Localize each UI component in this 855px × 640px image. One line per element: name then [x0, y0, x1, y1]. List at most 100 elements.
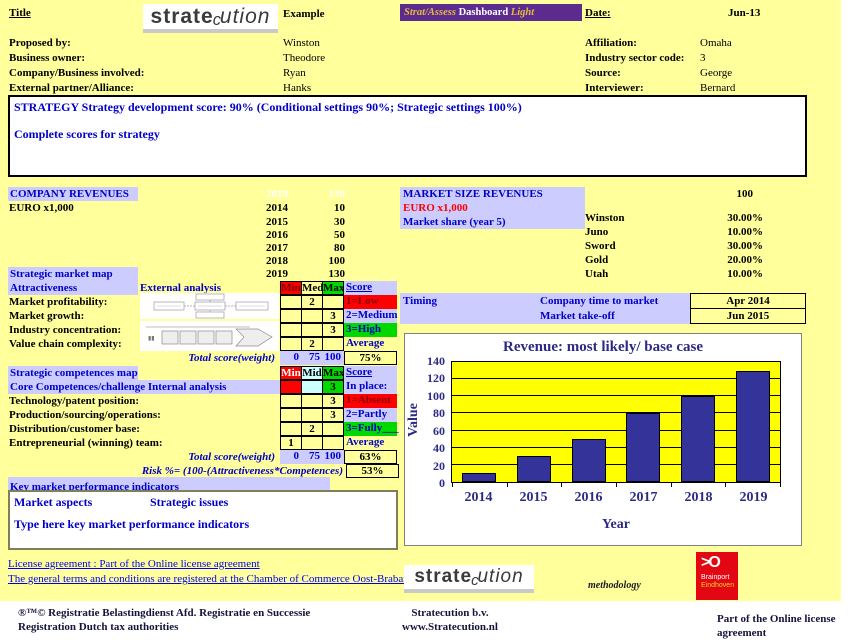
kpi-input-box[interactable]: Market aspects Strategic issues Type her… — [8, 490, 398, 550]
industry-concentration-max-cell[interactable]: 3 — [322, 323, 344, 337]
production-min-cell[interactable] — [280, 408, 302, 422]
market-growth-max-cell[interactable]: 3 — [322, 309, 344, 323]
strategy-instruction-line[interactable]: Complete scores for strategy — [10, 115, 805, 142]
revenue-value-2016[interactable]: 50 — [295, 228, 345, 242]
x-tick-label: 2016 — [575, 490, 603, 506]
share-pct-winston[interactable]: 30.00% — [695, 211, 763, 225]
revenue-year-2019[interactable]: 2019 — [252, 267, 288, 281]
gridline — [452, 395, 780, 396]
brainport-eindhoven-logo: >O Brainport Eindhoven — [696, 552, 738, 600]
revenue-year-2015[interactable]: 2015 — [252, 215, 288, 229]
field-value-source[interactable]: George — [700, 66, 732, 80]
field-value-interviewer[interactable]: Bernard — [700, 81, 735, 95]
core-min-cell — [280, 380, 302, 394]
title-label: Title — [9, 6, 31, 20]
revenue-value-2017[interactable]: 80 — [295, 241, 345, 255]
value-chain-med-cell[interactable]: 2 — [301, 337, 323, 351]
date-value[interactable]: Jun-13 — [728, 6, 760, 20]
revenue-value-2014[interactable]: 10 — [295, 201, 345, 215]
field-value-proposed-by[interactable]: Winston — [283, 36, 320, 50]
field-value-company[interactable]: Ryan — [283, 66, 306, 80]
competences-title: Strategic competences map — [8, 366, 138, 380]
share-name-winston[interactable]: Winston — [585, 211, 625, 225]
team-max-cell[interactable] — [322, 436, 344, 450]
banner-part1: Strat/Assess — [404, 7, 456, 18]
revenue-year-2016[interactable]: 2016 — [252, 228, 288, 242]
y-tick-label: 60 — [405, 424, 445, 438]
market-growth-med-cell[interactable] — [301, 309, 323, 323]
core-competences-cells: 3 In place: — [280, 380, 397, 394]
revenue-year-2017[interactable]: 2017 — [252, 241, 288, 255]
field-label-company: Company/Business involved: — [9, 66, 144, 80]
competences-total-label: Total score(weight) — [120, 450, 275, 464]
timing-value-time-to-market[interactable]: Apr 2014 — [690, 293, 806, 309]
field-value-industry-code[interactable]: 3 — [700, 51, 706, 65]
timing-value-take-off[interactable]: Jun 2015 — [690, 308, 806, 324]
share-pct-sword[interactable]: 30.00% — [695, 239, 763, 253]
technology-mid-cell[interactable] — [301, 394, 323, 408]
svg-text:▮▮: ▮▮ — [148, 336, 155, 342]
row-label-value-chain-complexity: Value chain complexity: — [9, 337, 122, 351]
distribution-mid-cell[interactable]: 2 — [301, 422, 323, 436]
row-label-market-profitability: Market profitability: — [9, 295, 107, 309]
revenue-year-2018[interactable]: 2018 — [252, 254, 288, 268]
distribution-min-cell[interactable] — [280, 422, 302, 436]
share-name-utah[interactable]: Utah — [585, 267, 608, 281]
license-agreement-link[interactable]: License agreement : Part of the Online l… — [8, 557, 260, 571]
timing-title: Timing — [403, 294, 437, 308]
revenue-value-2019[interactable]: 130 — [295, 267, 345, 281]
industry-concentration-min-cell[interactable] — [280, 323, 302, 337]
x-tick-label: 2014 — [465, 490, 493, 506]
market-map-total-row: 0 75 100 75% — [280, 351, 397, 365]
competences-total-max: 100 — [322, 450, 344, 464]
field-value-partner[interactable]: Hanks — [283, 81, 311, 95]
share-name-juno[interactable]: Juno — [585, 225, 608, 239]
market-size-unit: EURO x1,000 — [400, 201, 585, 215]
technology-max-cell[interactable]: 3 — [322, 394, 344, 408]
logo-text-part1: strate — [151, 5, 214, 29]
share-pct-gold[interactable]: 20.00% — [695, 253, 763, 267]
timing-label-time-to-market: Company time to market — [540, 294, 658, 308]
value-chain-min-cell[interactable] — [280, 337, 302, 351]
field-value-affiliation[interactable]: Omaha — [700, 36, 732, 50]
industry-concentration-med-cell[interactable] — [301, 323, 323, 337]
footer-website[interactable]: www.Stratecution.nl — [380, 620, 520, 634]
revenue-value-2015[interactable]: 30 — [295, 215, 345, 229]
terms-conditions-link[interactable]: The general terms and conditions are reg… — [8, 572, 412, 586]
product-banner: Strat/Assess Dashboard Light — [400, 4, 582, 21]
legend-average-competences: Average — [344, 436, 397, 450]
market-profitability-min-cell[interactable] — [280, 295, 302, 309]
share-pct-utah[interactable]: 10.00% — [695, 267, 763, 281]
attractiveness-label: Attractiveness — [8, 281, 138, 295]
market-profitability-max-cell[interactable] — [322, 295, 344, 309]
field-label-interviewer: Interviewer: — [585, 81, 644, 95]
production-mid-cell[interactable] — [301, 408, 323, 422]
dashboard-sheet: Title stratecution Example Strat/Assess … — [0, 0, 855, 640]
share-name-gold[interactable]: Gold — [585, 253, 608, 267]
team-mid-cell[interactable] — [301, 436, 323, 450]
competences-total-min: 0 — [280, 450, 302, 464]
market-size-total[interactable]: 100 — [690, 187, 753, 201]
registration-line1: ®™© Registratie Belastingdienst Afd. Reg… — [18, 606, 310, 620]
market-profitability-med-cell[interactable]: 2 — [301, 295, 323, 309]
team-min-cell[interactable]: 1 — [280, 436, 302, 450]
kpi-placeholder[interactable]: Type here key market performance indicat… — [14, 517, 249, 532]
competences-header-mid: Mid — [301, 366, 323, 380]
row-label-team: Entrepreneurial (winning) team: — [9, 436, 163, 450]
title-value[interactable]: Example — [283, 7, 325, 21]
revenue-year-2014[interactable]: 2014 — [252, 201, 288, 215]
distribution-max-cell[interactable] — [322, 422, 344, 436]
kpi-col-market-aspects: Market aspects — [14, 495, 92, 510]
row-label-production: Production/sourcing/operations: — [9, 408, 161, 422]
share-name-sword[interactable]: Sword — [585, 239, 616, 253]
x-tick-label: 2019 — [740, 490, 768, 506]
share-pct-juno[interactable]: 10.00% — [695, 225, 763, 239]
value-chain-max-cell[interactable] — [322, 337, 344, 351]
revenue-value-2018[interactable]: 100 — [295, 254, 345, 268]
field-value-business-owner[interactable]: Theodore — [283, 51, 325, 65]
x-axis-tick-mark — [452, 483, 453, 487]
market-growth-min-cell[interactable] — [280, 309, 302, 323]
production-max-cell[interactable]: 3 — [322, 408, 344, 422]
chart-y-ticks: 020406080100120140 — [407, 361, 447, 483]
technology-min-cell[interactable] — [280, 394, 302, 408]
